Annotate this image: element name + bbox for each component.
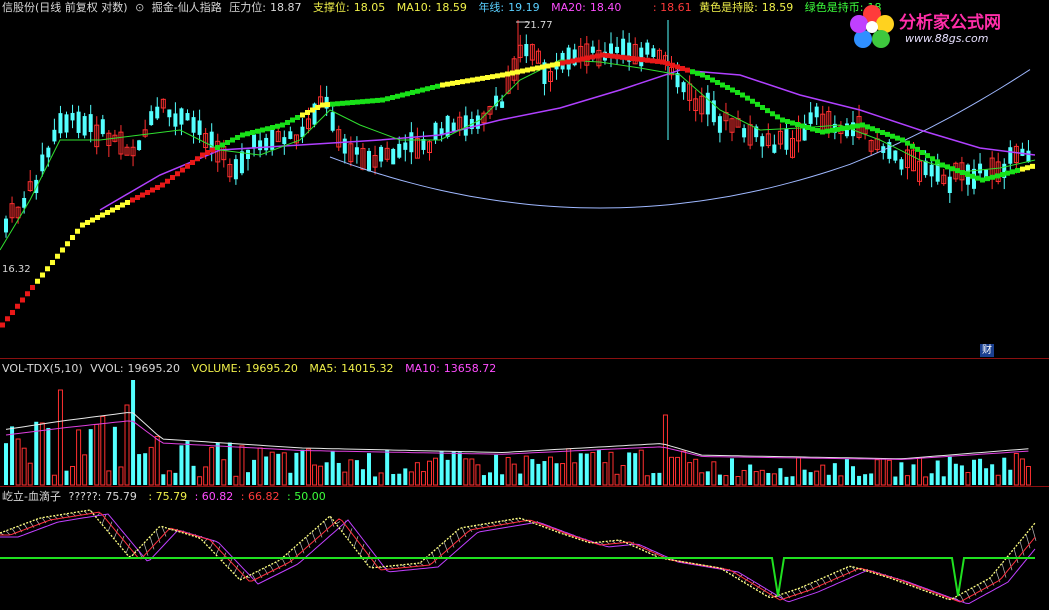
logo-brand-text: 分析家公式网 <box>899 13 1001 33</box>
finance-badge[interactable]: 财 <box>980 344 994 357</box>
vvol-value: 19695.20 <box>127 362 181 375</box>
vol-ma10-value: 13658.72 <box>443 362 497 375</box>
pressure-label: 压力位: <box>229 1 266 14</box>
panel-divider <box>0 486 1049 487</box>
volume-value: 19695.20 <box>245 362 298 375</box>
yellow-hold-label: 黄色是持股: <box>699 1 758 14</box>
osc-v3-value: : 60.82 <box>194 490 234 503</box>
volume-label: VOLUME: <box>191 362 242 375</box>
stepped-signal-line <box>0 52 1035 328</box>
oscillator-title[interactable]: 屹立-血滴子 <box>2 490 61 503</box>
osc-v1-label: ?????: <box>68 490 102 503</box>
vol-ma10-label: MA10: <box>405 362 440 375</box>
volume-bars <box>4 380 1031 486</box>
oscillator-chart-canvas[interactable] <box>0 488 1049 610</box>
ma20-line <box>99 69 1036 211</box>
panel-divider <box>0 358 1049 359</box>
pressure-value: 18.87 <box>270 1 302 14</box>
price-chart-canvas[interactable]: 21.77 16.32 <box>0 0 1049 358</box>
yellow-hold-value: 18.59 <box>761 1 794 14</box>
vol-ma5-label: MA5: <box>309 362 338 375</box>
support-value: 18.05 <box>353 1 386 14</box>
indicator-toggle-icon[interactable]: ⊙ <box>135 1 144 14</box>
volume-chart-canvas[interactable] <box>0 360 1049 486</box>
oscillator-header: 屹立-血滴子 ?????: 75.79 : 75.79 : 60.82 : 66.… <box>2 490 330 504</box>
volume-header: VOL-TDX(5,10) VVOL: 19695.20 VOLUME: 19695… <box>2 362 504 376</box>
oscillator-chart-panel[interactable]: 屹立-血滴子 ?????: 75.79 : 75.79 : 60.82 : 66.… <box>0 488 1049 610</box>
low-price-label: 16.32 <box>2 264 31 275</box>
logo-url-text: www.88gs.com <box>905 32 989 45</box>
vvol-label: VVOL: <box>90 362 124 375</box>
oscillator-hatch-band <box>0 509 1037 603</box>
volume-title[interactable]: VOL-TDX(5,10) <box>2 362 83 375</box>
osc-v4-value: : 66.82 <box>240 490 280 503</box>
hidden-line-value: : 18.61 <box>652 1 692 14</box>
osc-v2-value: : 75.79 <box>148 490 188 503</box>
oscillator-baseline-50 <box>0 557 1035 597</box>
vol-ma5-value: 14015.32 <box>341 362 394 375</box>
indicator-name[interactable]: 掘金-仙人指路 <box>152 1 222 14</box>
osc-v5-value: : 50.00 <box>287 490 326 503</box>
ma20-label: MA20: <box>551 1 586 14</box>
flower-logo-icon <box>850 5 894 48</box>
site-logo: 分析家公式网 www.88gs.com <box>845 2 1045 52</box>
ma10-value: 18.59 <box>435 1 467 14</box>
ma20-value: 18.40 <box>589 1 622 14</box>
yearline-label: 年线: <box>478 1 505 14</box>
price-chart-panel[interactable]: 21.77 16.32 信股份(日线 前复权 对数) ⊙ 掘金-仙人指路 压力位… <box>0 0 1049 358</box>
yearline-value: 19.19 <box>508 1 540 14</box>
price-chart-header: 信股份(日线 前复权 对数) ⊙ 掘金-仙人指路 压力位: 18.87 支撑位: 1… <box>2 1 890 15</box>
osc-v1-value: 75.79 <box>105 490 137 503</box>
ma10-label: MA10: <box>396 1 432 14</box>
volume-chart-panel[interactable]: VOL-TDX(5,10) VVOL: 19695.20 VOLUME: 19695… <box>0 360 1049 486</box>
chart-title: 信股份(日线 前复权 对数) <box>2 1 128 14</box>
support-label: 支撑位: <box>313 1 350 14</box>
